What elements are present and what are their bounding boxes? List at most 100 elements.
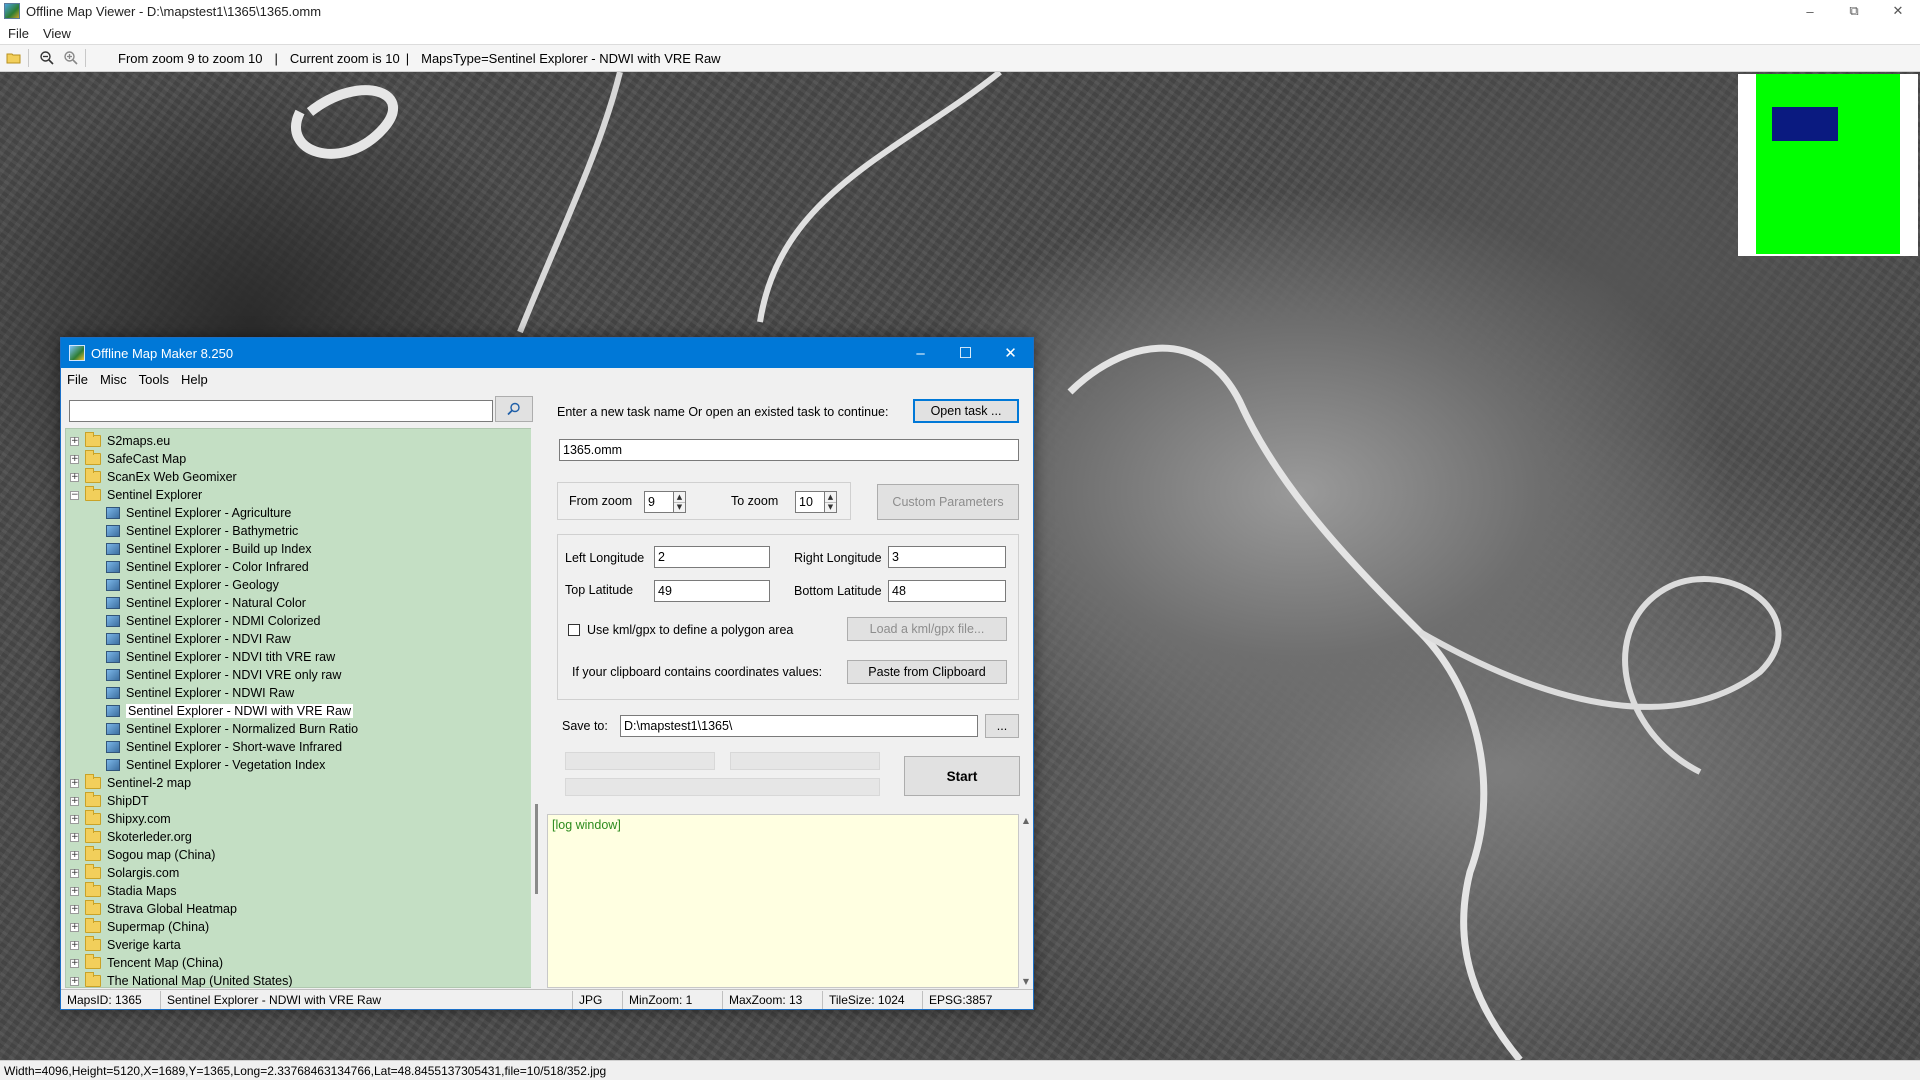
- close-icon[interactable]: ✕: [988, 338, 1033, 368]
- tree-map-item[interactable]: Sentinel Explorer - NDWI with VRE Raw: [106, 702, 353, 720]
- start-button[interactable]: Start: [904, 756, 1020, 796]
- expand-icon[interactable]: +: [70, 850, 79, 860]
- tree-scrollbar-thumb[interactable]: [535, 804, 538, 894]
- tree-map-item[interactable]: Sentinel Explorer - NDVI Raw: [106, 630, 291, 648]
- expand-icon[interactable]: +: [70, 886, 79, 896]
- tree-folder-item[interactable]: + ScanEx Web Geomixer: [70, 468, 237, 486]
- menu-file[interactable]: File: [67, 372, 88, 387]
- dialog-titlebar[interactable]: Offline Map Maker 8.250 – ☐ ✕: [61, 338, 1033, 368]
- expand-icon[interactable]: +: [70, 922, 79, 932]
- tree-map-item[interactable]: Sentinel Explorer - Color Infrared: [106, 558, 309, 576]
- map-search-input[interactable]: [69, 400, 493, 422]
- tree-map-item[interactable]: Sentinel Explorer - Short-wave Infrared: [106, 738, 342, 756]
- task-name-input[interactable]: [559, 439, 1019, 461]
- tree-map-item[interactable]: Sentinel Explorer - Geology: [106, 576, 279, 594]
- spin-down-icon[interactable]: ▼: [674, 503, 685, 513]
- collapse-icon[interactable]: −: [70, 490, 79, 500]
- menu-tools[interactable]: Tools: [139, 372, 169, 387]
- restore-icon[interactable]: ⧉: [1832, 0, 1876, 22]
- open-folder-icon[interactable]: [4, 48, 24, 68]
- maps-id-status: MapsID: 1365: [61, 990, 161, 1009]
- expand-icon[interactable]: +: [70, 940, 79, 950]
- tree-folder-item[interactable]: − Sentinel Explorer: [70, 486, 202, 504]
- spin-up-icon[interactable]: ▲: [825, 492, 836, 503]
- scroll-up-icon[interactable]: ▲: [1023, 816, 1029, 825]
- tree-map-item[interactable]: Sentinel Explorer - Natural Color: [106, 594, 306, 612]
- expand-icon[interactable]: +: [70, 814, 79, 824]
- tree-folder-item[interactable]: + ShipDT: [70, 792, 149, 810]
- minimap-viewport[interactable]: [1772, 107, 1838, 141]
- expand-icon[interactable]: +: [70, 904, 79, 914]
- menu-file[interactable]: File: [8, 26, 29, 41]
- map-provider-tree[interactable]: + S2maps.eu + SafeCast Map + ScanEx Web Geomi…: [65, 428, 533, 988]
- log-scrollbar[interactable]: ▲ ▼: [1019, 814, 1033, 988]
- expand-icon[interactable]: +: [70, 832, 79, 842]
- open-task-button[interactable]: Open task ...: [913, 399, 1019, 423]
- tree-folder-item[interactable]: + Sverige karta: [70, 936, 181, 954]
- save-to-path-input[interactable]: [620, 715, 978, 737]
- tree-item-label: The National Map (United States): [107, 974, 293, 988]
- bottom-latitude-input[interactable]: [888, 580, 1006, 602]
- maximize-icon[interactable]: ☐: [943, 338, 988, 368]
- expand-icon[interactable]: +: [70, 796, 79, 806]
- menu-misc[interactable]: Misc: [100, 372, 127, 387]
- tree-map-item[interactable]: Sentinel Explorer - Vegetation Index: [106, 756, 325, 774]
- kml-checkbox[interactable]: [568, 624, 580, 636]
- tree-folder-item[interactable]: + SafeCast Map: [70, 450, 186, 468]
- tree-folder-item[interactable]: + Solargis.com: [70, 864, 179, 882]
- expand-icon[interactable]: +: [70, 778, 79, 788]
- tree-map-item[interactable]: Sentinel Explorer - Build up Index: [106, 540, 312, 558]
- tree-map-item[interactable]: Sentinel Explorer - NDWI Raw: [106, 684, 294, 702]
- expand-icon[interactable]: +: [70, 958, 79, 968]
- tree-folder-item[interactable]: + Strava Global Heatmap: [70, 900, 237, 918]
- spin-up-icon[interactable]: ▲: [674, 492, 685, 503]
- tree-map-item[interactable]: Sentinel Explorer - NDVI VRE only raw: [106, 666, 341, 684]
- kml-checkbox-label[interactable]: Use kml/gpx to define a polygon area: [587, 623, 793, 637]
- minimize-icon[interactable]: –: [1788, 0, 1832, 22]
- top-latitude-input[interactable]: [654, 580, 770, 602]
- expand-icon[interactable]: +: [70, 436, 79, 446]
- cursor-info-text: Width=4096,Height=5120,X=1689,Y=1365,Lon…: [4, 1063, 607, 1078]
- tree-map-item[interactable]: Sentinel Explorer - Bathymetric: [106, 522, 298, 540]
- spin-down-icon[interactable]: ▼: [825, 503, 836, 513]
- tree-folder-item[interactable]: + S2maps.eu: [70, 432, 170, 450]
- tree-folder-item[interactable]: + The National Map (United States): [70, 972, 293, 988]
- tree-item-label: ScanEx Web Geomixer: [107, 470, 237, 484]
- tree-scrollbar[interactable]: [531, 428, 545, 988]
- close-icon[interactable]: ✕: [1876, 0, 1920, 22]
- left-longitude-input[interactable]: [654, 546, 770, 568]
- zoom-out-icon[interactable]: [37, 48, 57, 68]
- tree-map-item[interactable]: Sentinel Explorer - Normalized Burn Rati…: [106, 720, 358, 738]
- menu-help[interactable]: Help: [181, 372, 208, 387]
- tree-folder-item[interactable]: + Sogou map (China): [70, 846, 215, 864]
- tree-map-item[interactable]: Sentinel Explorer - NDVI tith VRE raw: [106, 648, 335, 666]
- from-zoom-spinner[interactable]: ▲ ▼: [674, 491, 686, 513]
- tree-folder-item[interactable]: + Sentinel-2 map: [70, 774, 191, 792]
- search-button[interactable]: [495, 396, 533, 422]
- minimap[interactable]: [1738, 74, 1918, 256]
- expand-icon[interactable]: +: [70, 868, 79, 878]
- minimize-icon[interactable]: –: [898, 338, 943, 368]
- tree-folder-item[interactable]: + Tencent Map (China): [70, 954, 223, 972]
- paste-clipboard-button[interactable]: Paste from Clipboard: [847, 660, 1007, 684]
- tree-folder-item[interactable]: + Skoterleder.org: [70, 828, 192, 846]
- browse-button[interactable]: ...: [985, 714, 1019, 738]
- custom-parameters-button[interactable]: Custom Parameters: [877, 484, 1019, 520]
- to-zoom-input[interactable]: [795, 491, 825, 513]
- right-longitude-input[interactable]: [888, 546, 1006, 568]
- to-zoom-spinner[interactable]: ▲ ▼: [825, 491, 837, 513]
- tree-map-item[interactable]: Sentinel Explorer - NDMI Colorized: [106, 612, 321, 630]
- load-kml-button[interactable]: Load a kml/gpx file...: [847, 617, 1007, 641]
- from-zoom-input[interactable]: [644, 491, 674, 513]
- expand-icon[interactable]: +: [70, 454, 79, 464]
- tree-folder-item[interactable]: + Supermap (China): [70, 918, 209, 936]
- zoom-in-icon[interactable]: [61, 48, 81, 68]
- expand-icon[interactable]: +: [70, 976, 79, 986]
- scroll-down-icon[interactable]: ▼: [1023, 977, 1029, 986]
- menu-view[interactable]: View: [43, 26, 71, 41]
- tree-map-item[interactable]: Sentinel Explorer - Agriculture: [106, 504, 291, 522]
- tree-folder-item[interactable]: + Stadia Maps: [70, 882, 176, 900]
- tree-folder-item[interactable]: + Shipxy.com: [70, 810, 171, 828]
- expand-icon[interactable]: +: [70, 472, 79, 482]
- log-window[interactable]: [log window]: [547, 814, 1019, 988]
